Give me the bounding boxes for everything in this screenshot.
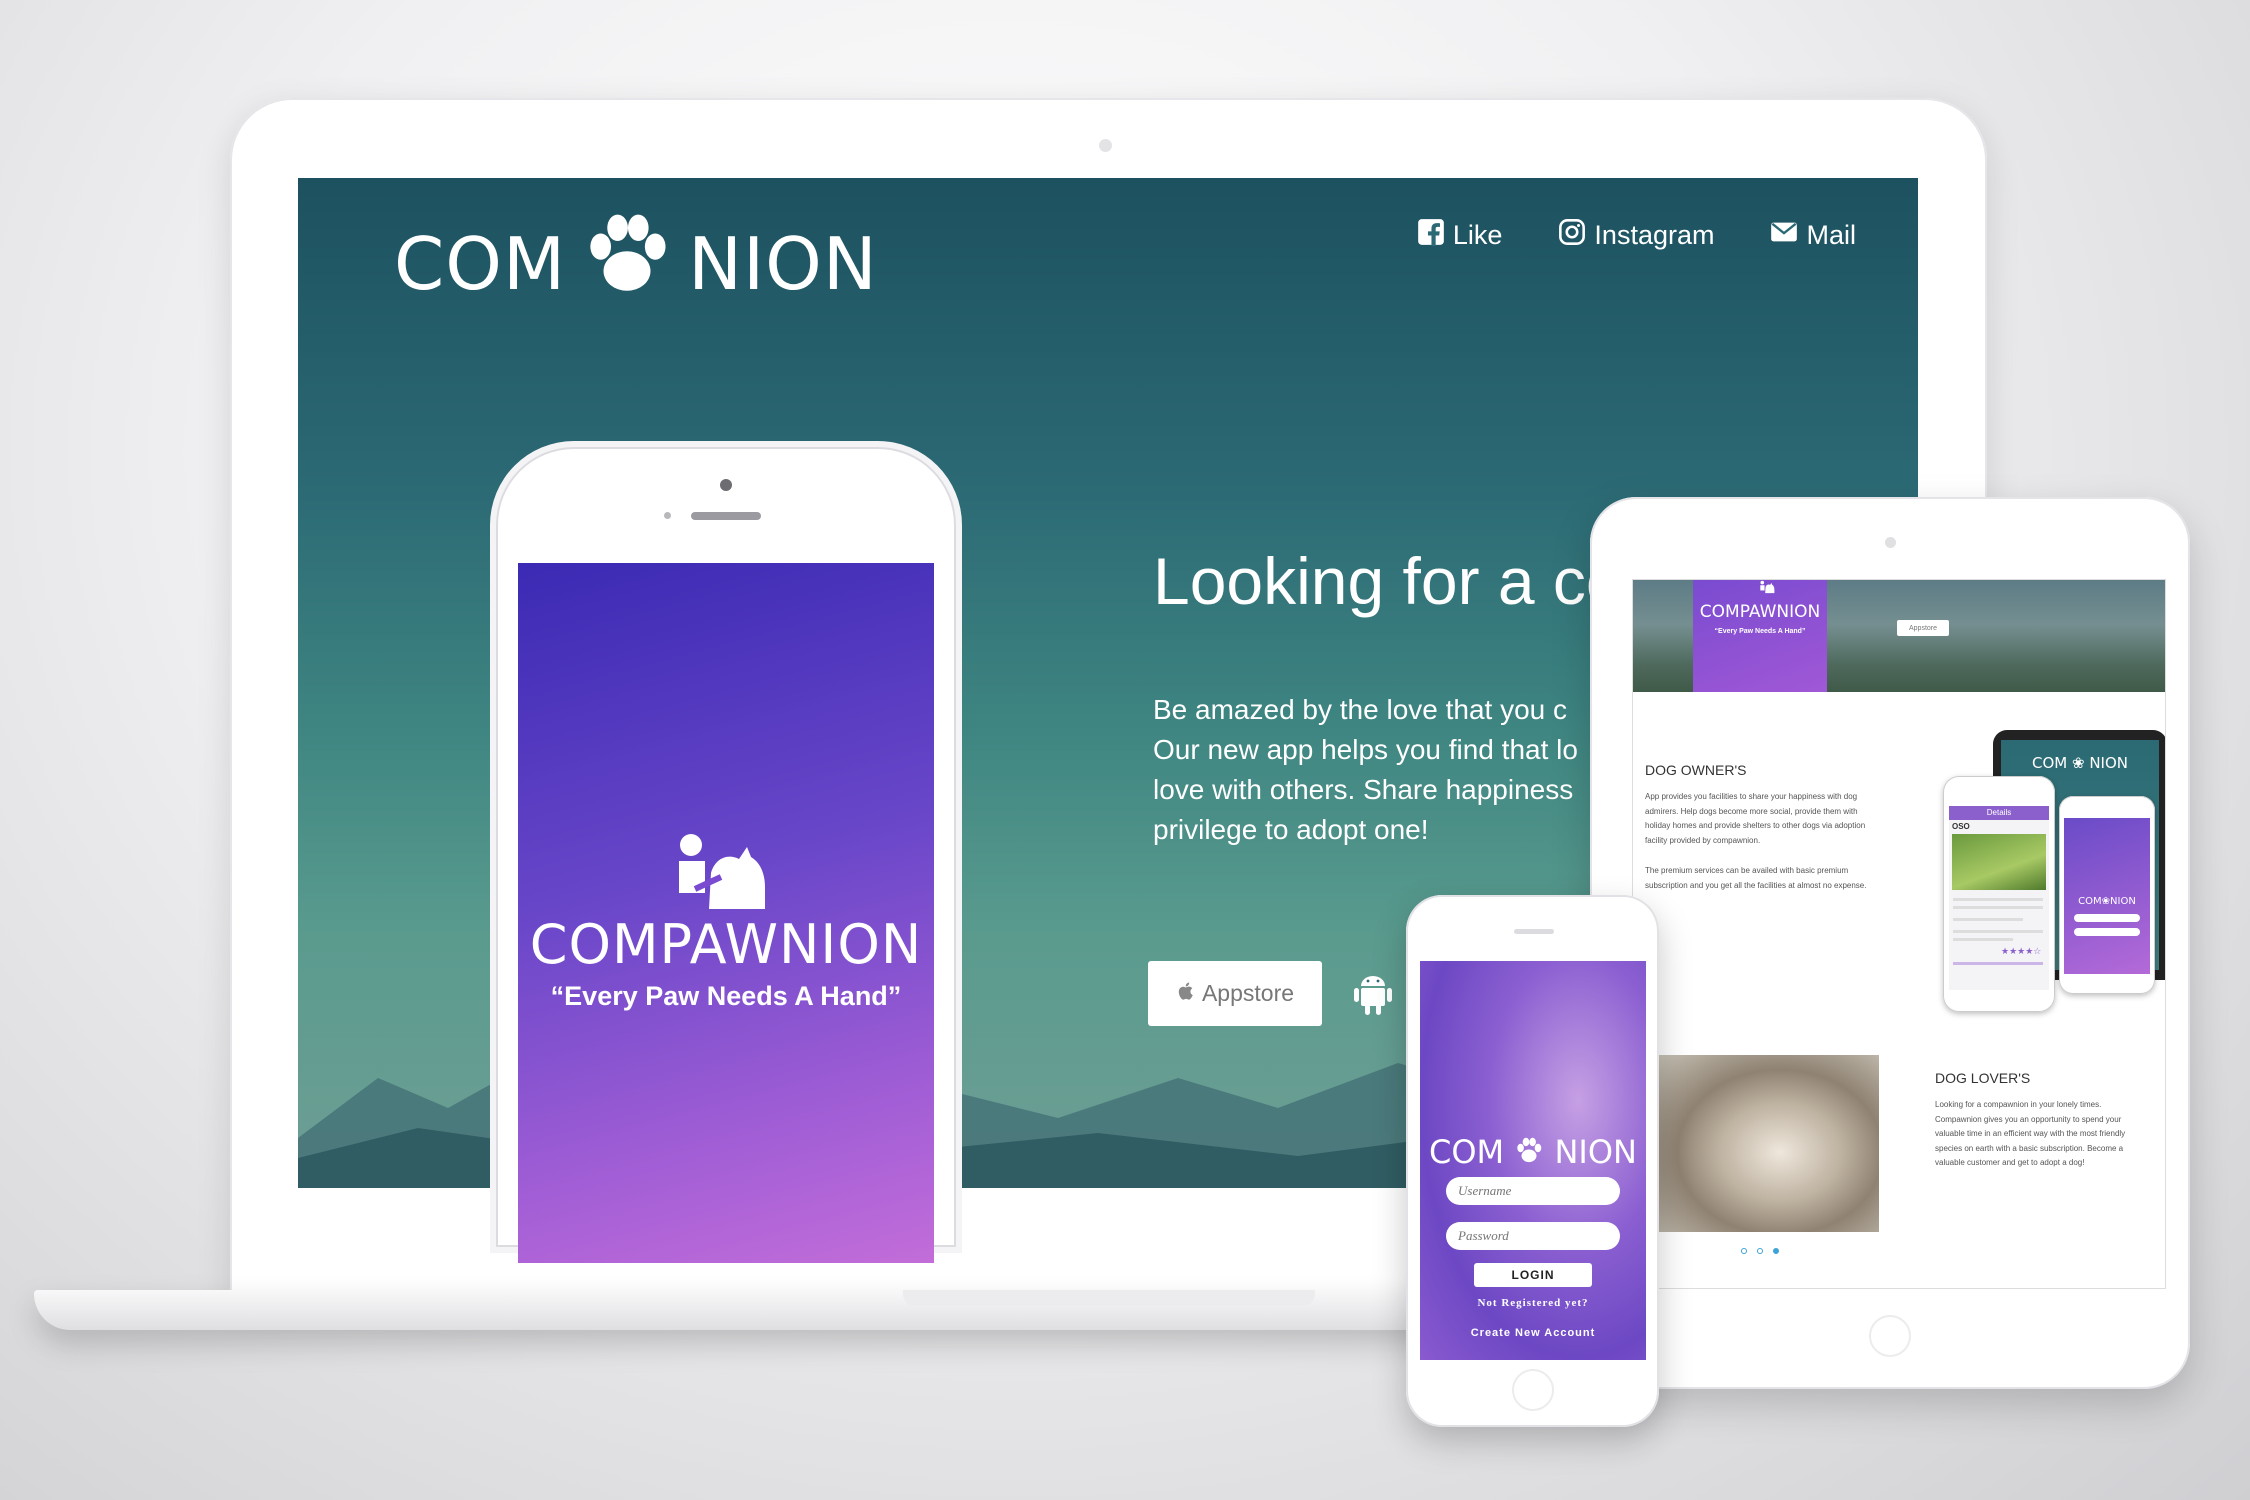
text-line (1953, 906, 2043, 909)
facebook-icon (1417, 218, 1445, 253)
carousel-dots (1741, 1248, 1779, 1254)
laptop-camera (1099, 139, 1112, 152)
splash-screen: COMPAWNION “Every Paw Needs A Hand” (518, 563, 934, 1263)
nav-like[interactable]: Like (1417, 218, 1503, 253)
logo-text-right: NION (688, 222, 878, 306)
not-registered-text: Not Registered yet? (1477, 1297, 1589, 1309)
hero-line: love with others. Share happiness (1153, 774, 1574, 805)
login-logo: COM NION (1420, 1133, 1646, 1171)
rating-stars-icon: ★★★★☆ (2001, 946, 2042, 956)
apple-icon (1176, 980, 1194, 1007)
hero-line: Be amazed by the love that you c (1153, 694, 1568, 725)
phone-mockup: COM NION LOGIN Not Registered yet? Creat… (1406, 895, 1659, 1427)
tablet-mockup: COMPAWNION “Every Paw Needs A Hand” Apps… (1590, 497, 2190, 1389)
hero-line: privilege to adopt one! (1153, 814, 1429, 845)
text-line (1953, 930, 2043, 933)
text-line (1953, 918, 2023, 921)
mini-laptop-logo: COM ❀ NION (2031, 754, 2128, 772)
username-input[interactable] (1446, 1177, 1620, 1205)
owners-heading: DOG OWNER'S (1645, 762, 1747, 778)
owners-text-1: App provides you facilities to share you… (1645, 792, 1866, 845)
mini-input (2074, 914, 2140, 922)
nav-like-label: Like (1452, 220, 1503, 250)
password-input[interactable] (1446, 1222, 1620, 1250)
text-line (1953, 898, 2043, 901)
text-line (1953, 962, 2043, 965)
tablet-brand-box: COMPAWNION “Every Paw Needs A Hand” (1693, 580, 1827, 692)
tablet-tagline: “Every Paw Needs A Hand” (1714, 628, 1806, 635)
logo-text-left: COM (394, 222, 567, 306)
appstore-label: Appstore (1201, 980, 1295, 1006)
lovers-heading: DOG LOVER'S (1935, 1070, 2031, 1086)
carousel-dot[interactable] (1757, 1248, 1763, 1254)
dog-name: OSO (1952, 822, 1970, 831)
android-icon[interactable] (1353, 970, 1393, 1016)
laptop-base (34, 1290, 1594, 1330)
login-screen: COM❀NION (2064, 818, 2150, 974)
hero-phone-mockup: COMPAWNION “Every Paw Needs A Hand” (496, 447, 956, 1263)
carousel-dot[interactable] (1741, 1248, 1747, 1254)
hero-paragraph: Be amazed by the love that you c Our new… (1153, 690, 1613, 850)
mini-phone-logo: COM❀NION (2078, 896, 2136, 907)
lovers-text: Looking for a compawnion in your lonely … (1935, 1100, 2126, 1167)
carousel-dot-active[interactable] (1773, 1248, 1779, 1254)
dog-lover-photo (1659, 1055, 1879, 1232)
tablet-brand: COMPAWNION (1699, 602, 1821, 622)
dog-photo (1952, 834, 2046, 890)
phone-camera (720, 479, 732, 491)
nav-mail[interactable]: Mail (1770, 218, 1856, 253)
details-title: Details (1949, 806, 2049, 820)
hero-heading: Looking for a co (1153, 544, 1623, 618)
instagram-icon (1558, 218, 1586, 253)
owners-text-2: The premium services can be availed with… (1645, 866, 1867, 890)
nav-instagram-label: Instagram (1594, 220, 1715, 250)
text-line (1953, 938, 2013, 941)
phone-home-button (1512, 1369, 1554, 1411)
login-screen: COM NION LOGIN Not Registered yet? Creat… (1420, 961, 1646, 1360)
paw-icon (1514, 1133, 1544, 1171)
paw-icon (580, 209, 674, 320)
mini-input (2074, 928, 2140, 936)
mail-icon (1770, 218, 1798, 253)
top-nav: Like Instagram Mail (1417, 218, 1856, 253)
phone-sensor (664, 512, 671, 519)
mini-phone-login: COM❀NION (2059, 796, 2155, 994)
login-logo-left: COM (1429, 1133, 1505, 1171)
tablet-appstore-button[interactable]: Appstore (1897, 620, 1949, 636)
hero-line: Our new app helps you find that lo (1153, 734, 1578, 765)
splash-tagline: “Every Paw Needs A Hand” (550, 981, 902, 1011)
phone-speaker (691, 512, 761, 520)
create-account-link[interactable]: Create New Account (1420, 1327, 1646, 1339)
splash-brand: COMPAWNION (529, 913, 923, 976)
tablet-camera (1885, 537, 1896, 548)
tablet-home-button (1869, 1315, 1911, 1357)
login-button[interactable]: LOGIN (1474, 1263, 1592, 1287)
details-screen: Details OSO ★★★★☆ (1949, 806, 2049, 990)
nav-instagram[interactable]: Instagram (1558, 218, 1714, 253)
mini-phone-details: Details OSO ★★★★☆ (1943, 776, 2055, 1012)
phone-speaker (1514, 929, 1554, 934)
login-logo-right: NION (1554, 1133, 1637, 1171)
tablet-screen: COMPAWNION “Every Paw Needs A Hand” Apps… (1632, 579, 2166, 1289)
laptop-notch (903, 1290, 1315, 1306)
site-logo[interactable]: COM NION (394, 214, 878, 314)
nav-mail-label: Mail (1806, 220, 1856, 250)
person-with-dog-icon (1759, 580, 1777, 598)
appstore-button[interactable]: Appstore (1148, 961, 1322, 1026)
